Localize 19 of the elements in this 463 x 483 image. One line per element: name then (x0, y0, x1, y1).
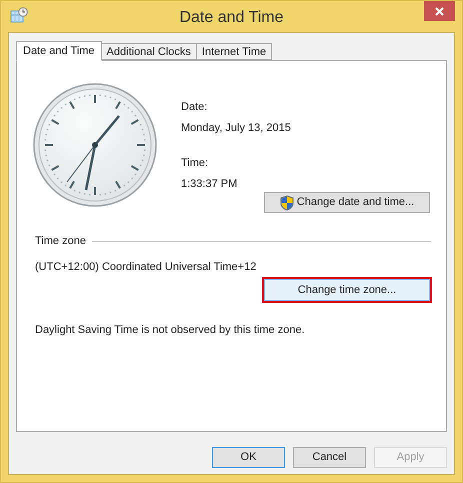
close-icon (435, 6, 444, 16)
tab[interactable]: Internet Time (196, 43, 272, 60)
calendar-clock-icon (10, 7, 28, 23)
tab[interactable]: Date and Time (16, 41, 102, 61)
dialog-button[interactable]: OK (212, 447, 285, 468)
shield-icon (280, 194, 294, 210)
dialog-button[interactable]: Cancel (293, 447, 366, 468)
date-label: Date: (181, 100, 208, 115)
tab[interactable]: Additional Clocks (100, 43, 197, 60)
time-label: Time: (181, 156, 208, 171)
dst-note: Daylight Saving Time is not observed by this time zone. (35, 323, 305, 338)
close-button[interactable] (424, 1, 455, 21)
time-value: 1:33:37 PM (181, 177, 238, 192)
window-title: Date and Time (179, 8, 284, 28)
time-zone-heading: Time zone (35, 234, 86, 249)
change-zone-button[interactable]: Change time zone... (264, 279, 430, 301)
time-zone-value: (UTC+12:00) Coordinated Universal Time+12 (35, 260, 256, 275)
date-value: Monday, July 13, 2015 (181, 121, 291, 136)
change-date-button[interactable]: Change date and time... (264, 192, 430, 213)
